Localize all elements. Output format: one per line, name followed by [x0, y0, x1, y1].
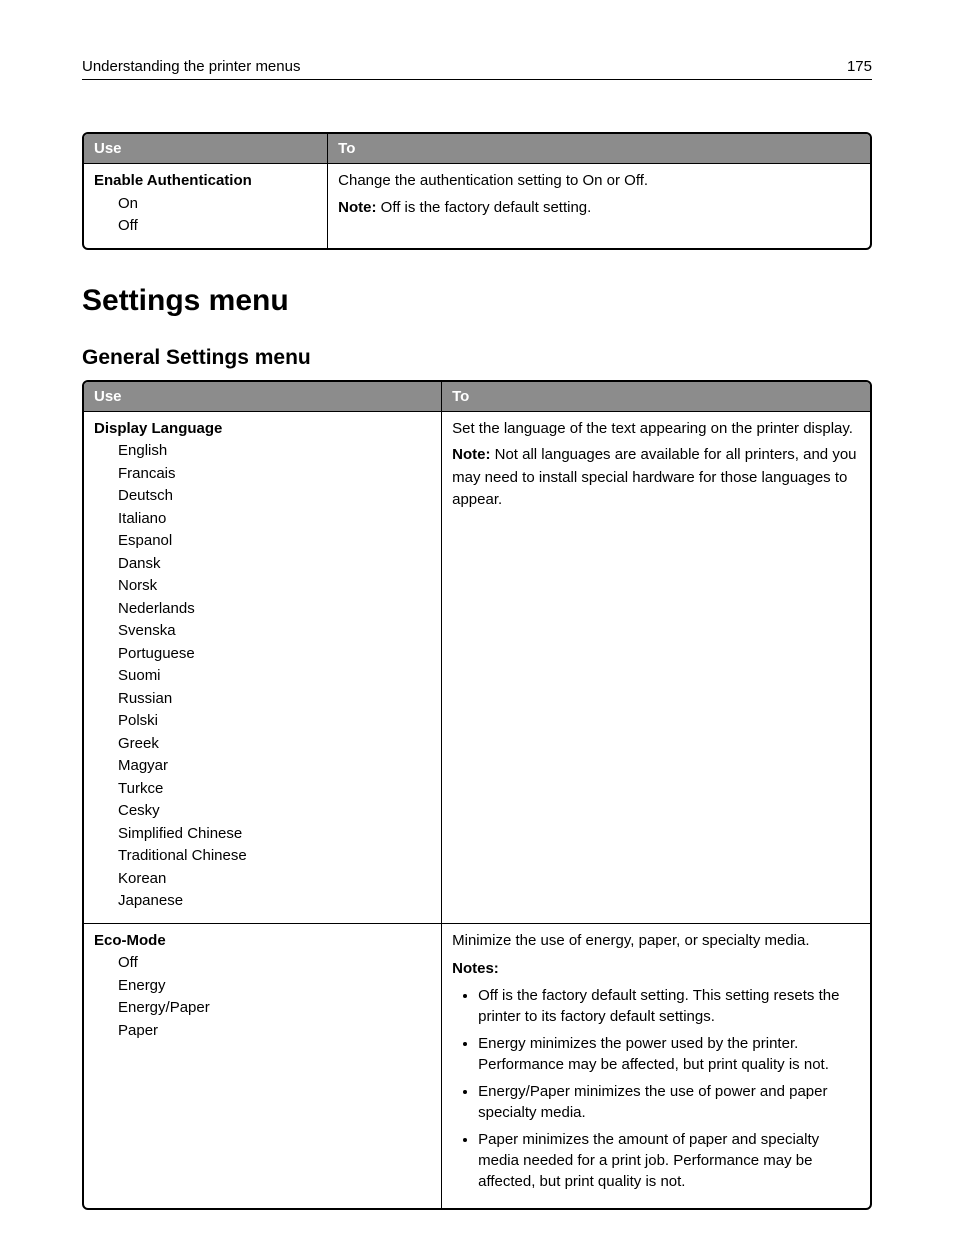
note-text: Not all languages are available for all …	[452, 446, 856, 508]
running-header: Understanding the printer menus 175	[82, 58, 872, 80]
note-text: Off is the factory default setting.	[376, 199, 591, 216]
list-item: Off	[118, 215, 317, 238]
note: Note: Not all languages are available fo…	[452, 444, 860, 512]
description: Change the authentication setting to On …	[338, 170, 860, 193]
list-item: Francais	[118, 463, 431, 486]
list-item: Polski	[118, 710, 431, 733]
list-item: Paper	[118, 1020, 431, 1043]
list-item: Deutsch	[118, 485, 431, 508]
option-list: English Francais Deutsch Italiano Espano…	[94, 440, 431, 913]
list-item: Greek	[118, 733, 431, 756]
notes-list: Off is the factory default setting. This…	[452, 985, 860, 1192]
list-item: Energy/Paper	[118, 997, 431, 1020]
general-settings-table: Use To Display Language English Francais…	[82, 380, 872, 1210]
col-to: To	[442, 382, 870, 412]
subsection-heading: General Settings menu	[82, 346, 872, 370]
list-item: Energy	[118, 975, 431, 998]
list-item: Portuguese	[118, 643, 431, 666]
list-item: Paper minimizes the amount of paper and …	[478, 1129, 860, 1192]
note-label: Note:	[452, 446, 490, 463]
list-item: Italiano	[118, 508, 431, 531]
list-item: Simplified Chinese	[118, 823, 431, 846]
list-item: Nederlands	[118, 598, 431, 621]
option-list: On Off	[94, 193, 317, 238]
option-list: Off Energy Energy/Paper Paper	[94, 952, 431, 1042]
description: Set the language of the text appearing o…	[452, 418, 860, 441]
note: Note: Off is the factory default setting…	[338, 197, 860, 220]
list-item: Turkce	[118, 778, 431, 801]
list-item: Off	[118, 952, 431, 975]
notes-label: Notes:	[452, 958, 860, 981]
list-item: Cesky	[118, 800, 431, 823]
option-title: Eco-Mode	[94, 930, 431, 953]
table-row: Display Language English Francais Deutsc…	[84, 411, 870, 923]
table-row: Enable Authentication On Off Change the …	[84, 164, 870, 248]
list-item: Russian	[118, 688, 431, 711]
table-row: Eco-Mode Off Energy Energy/Paper Paper M…	[84, 923, 870, 1208]
list-item: Japanese	[118, 890, 431, 913]
list-item: Suomi	[118, 665, 431, 688]
list-item: Energy minimizes the power used by the p…	[478, 1033, 860, 1075]
list-item: Norsk	[118, 575, 431, 598]
list-item: Espanol	[118, 530, 431, 553]
note-label: Note:	[338, 199, 376, 216]
list-item: On	[118, 193, 317, 216]
list-item: Svenska	[118, 620, 431, 643]
list-item: English	[118, 440, 431, 463]
list-item: Magyar	[118, 755, 431, 778]
list-item: Off is the factory default setting. This…	[478, 985, 860, 1027]
list-item: Dansk	[118, 553, 431, 576]
list-item: Korean	[118, 868, 431, 891]
list-item: Energy/Paper minimizes the use of power …	[478, 1081, 860, 1123]
page-number: 175	[847, 58, 872, 75]
col-to: To	[328, 134, 870, 164]
description: Minimize the use of energy, paper, or sp…	[452, 930, 860, 953]
section-heading: Settings menu	[82, 284, 872, 318]
auth-table: Use To Enable Authentication On Off Chan…	[82, 132, 872, 250]
option-title: Display Language	[94, 418, 431, 441]
option-title: Enable Authentication	[94, 170, 317, 193]
list-item: Traditional Chinese	[118, 845, 431, 868]
col-use: Use	[84, 134, 328, 164]
header-title: Understanding the printer menus	[82, 58, 300, 75]
col-use: Use	[84, 382, 442, 412]
